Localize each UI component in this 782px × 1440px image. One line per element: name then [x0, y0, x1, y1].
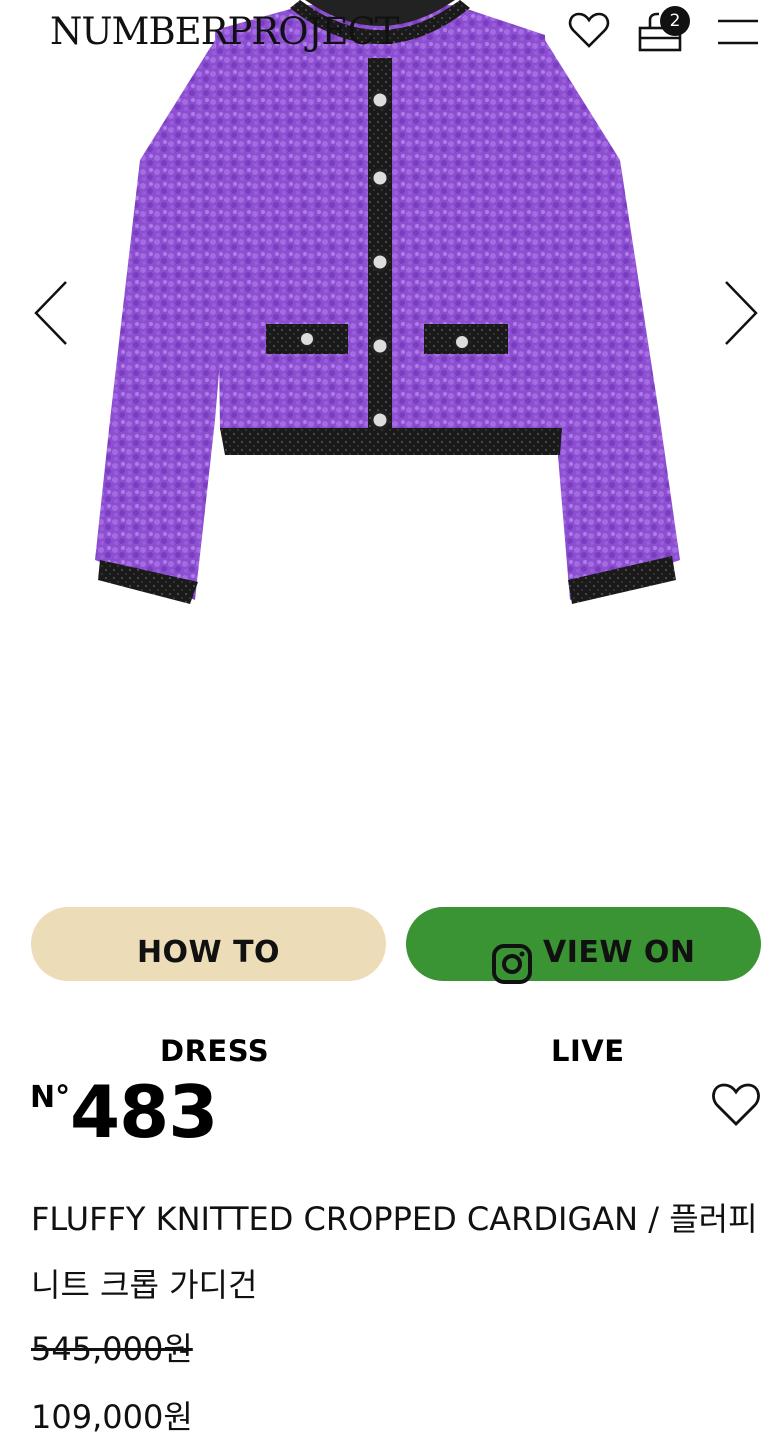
view-on-live-button[interactable]: VIEW ON: [406, 907, 761, 984]
site-header: NUMBERPROJECT 2: [0, 0, 782, 70]
product-number: 483: [70, 1070, 218, 1154]
live-label: LIVE: [551, 1034, 625, 1068]
previous-image-arrow-icon[interactable]: [32, 280, 72, 346]
how-to-dress-button[interactable]: HOW TO: [31, 907, 386, 981]
product-page: NUMBERPROJECT 2 HOW TO VIEW ON DRESS LIV…: [0, 0, 782, 1440]
product-image: [95, 0, 680, 604]
dress-label: DRESS: [160, 1034, 270, 1068]
how-to-label: HOW TO: [136, 935, 281, 970]
instagram-icon: [492, 944, 532, 984]
next-image-arrow-icon[interactable]: [720, 280, 760, 346]
original-price: 545,000원: [31, 1330, 193, 1368]
hamburger-menu-icon[interactable]: [716, 18, 760, 48]
shopping-bag-button[interactable]: 2: [636, 6, 694, 54]
product-title: FLUFFY KNITTED CROPPED CARDIGAN / 플러피 니트…: [31, 1200, 758, 1304]
product-image-gallery[interactable]: [0, 0, 782, 870]
sale-price: 109,000원: [31, 1398, 193, 1436]
view-on-label: VIEW ON: [543, 935, 696, 970]
brand-logo[interactable]: NUMBERPROJECT: [50, 10, 399, 53]
add-to-wishlist-heart-icon[interactable]: [710, 1082, 762, 1128]
wishlist-heart-icon[interactable]: [568, 12, 610, 50]
cart-count-badge: 2: [660, 6, 690, 36]
number-prefix: N°: [30, 1080, 71, 1115]
